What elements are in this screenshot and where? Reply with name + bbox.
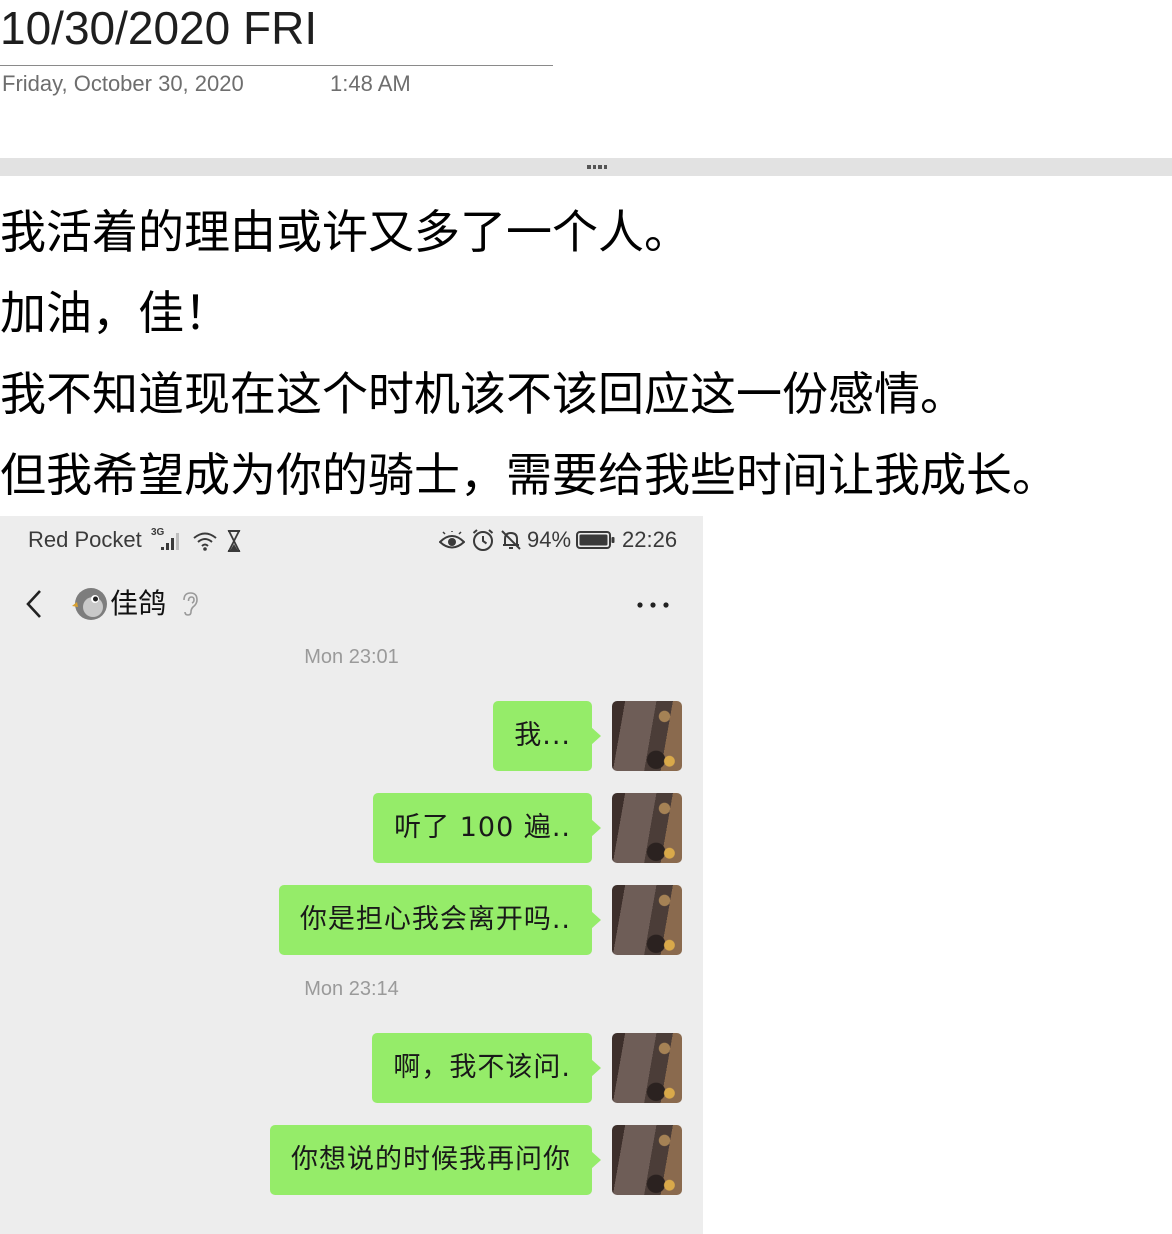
chat-messages: Mon 23:01 我... 听了 100 遍.. 你是担心我会离开吗.. Mo… bbox=[0, 645, 703, 1217]
status-clock: 22:26 bbox=[622, 527, 678, 552]
message-bubble: 我... bbox=[493, 701, 601, 771]
drag-handle-icon[interactable] bbox=[587, 165, 607, 169]
bird-avatar-icon bbox=[72, 588, 107, 620]
chat-timestamp: Mon 23:01 bbox=[304, 646, 399, 668]
note-line[interactable]: 我活着的理由或许又多了一个人。 bbox=[0, 192, 1058, 273]
ear-icon bbox=[183, 592, 198, 616]
message-group: Mon 23:14 啊，我不该问. 你想说的时候我再问你 bbox=[0, 977, 703, 1195]
bell-off-icon bbox=[501, 530, 521, 550]
avatar bbox=[612, 793, 682, 863]
chat-header: 佳鸽 bbox=[0, 564, 703, 646]
page-timestamp: Friday, October 30, 2020 1:48 AM bbox=[0, 72, 600, 96]
chevron-left-icon bbox=[26, 590, 41, 618]
avatar bbox=[612, 1125, 682, 1195]
page-time[interactable]: 1:48 AM bbox=[330, 72, 411, 96]
battery-percent: 94% bbox=[527, 527, 572, 552]
contact-name: 佳鸽 bbox=[110, 587, 167, 620]
note-line[interactable]: 加油，佳！ bbox=[0, 273, 1058, 354]
page-date[interactable]: Friday, October 30, 2020 bbox=[2, 72, 244, 96]
message-bubble: 啊，我不该问. bbox=[372, 1033, 601, 1103]
wifi-icon bbox=[193, 532, 217, 551]
carrier-name: Red Pocket bbox=[28, 527, 142, 552]
chat-timestamp: Mon 23:14 bbox=[304, 978, 399, 1000]
avatar bbox=[612, 701, 682, 771]
message-row: 听了 100 遍.. bbox=[0, 793, 703, 863]
page-title[interactable]: 10/30/2020 FRI bbox=[0, 0, 317, 57]
battery-icon bbox=[576, 531, 615, 549]
note-line[interactable]: 但我希望成为你的骑士，需要给我些时间让我成长。 bbox=[0, 435, 1058, 516]
message-row: 你是担心我会离开吗.. bbox=[0, 885, 703, 955]
message-row: 啊，我不该问. bbox=[0, 1033, 703, 1103]
title-underline bbox=[0, 65, 553, 66]
avatar bbox=[612, 1033, 682, 1103]
message-bubble: 你是担心我会离开吗.. bbox=[278, 885, 602, 955]
avatar bbox=[612, 885, 682, 955]
note-line[interactable]: 我不知道现在这个时机该不该回应这一份感情。 bbox=[0, 354, 1058, 435]
more-icon bbox=[637, 602, 669, 608]
signal-icon bbox=[161, 533, 179, 550]
message-row: 你想说的时候我再问你 bbox=[0, 1125, 703, 1195]
message-bubble: 你想说的时候我再问你 bbox=[270, 1125, 601, 1195]
hourglass-icon bbox=[227, 530, 241, 552]
alarm-icon bbox=[472, 529, 494, 551]
note-container-bar[interactable] bbox=[0, 158, 1172, 176]
phone-status-bar: Red Pocket 3G 94% 22:26 bbox=[0, 516, 703, 564]
message-group: Mon 23:01 我... 听了 100 遍.. 你是担心我会离开吗.. bbox=[0, 645, 703, 955]
embedded-chat-screenshot[interactable]: Red Pocket 3G 94% 22:26 佳鸽 Mon 23:01 我..… bbox=[0, 516, 703, 1234]
message-row: 我... bbox=[0, 701, 703, 771]
eye-icon bbox=[439, 531, 465, 549]
note-body[interactable]: 我活着的理由或许又多了一个人。 加油，佳！ 我不知道现在这个时机该不该回应这一份… bbox=[0, 192, 1058, 516]
message-bubble: 听了 100 遍.. bbox=[373, 793, 601, 863]
